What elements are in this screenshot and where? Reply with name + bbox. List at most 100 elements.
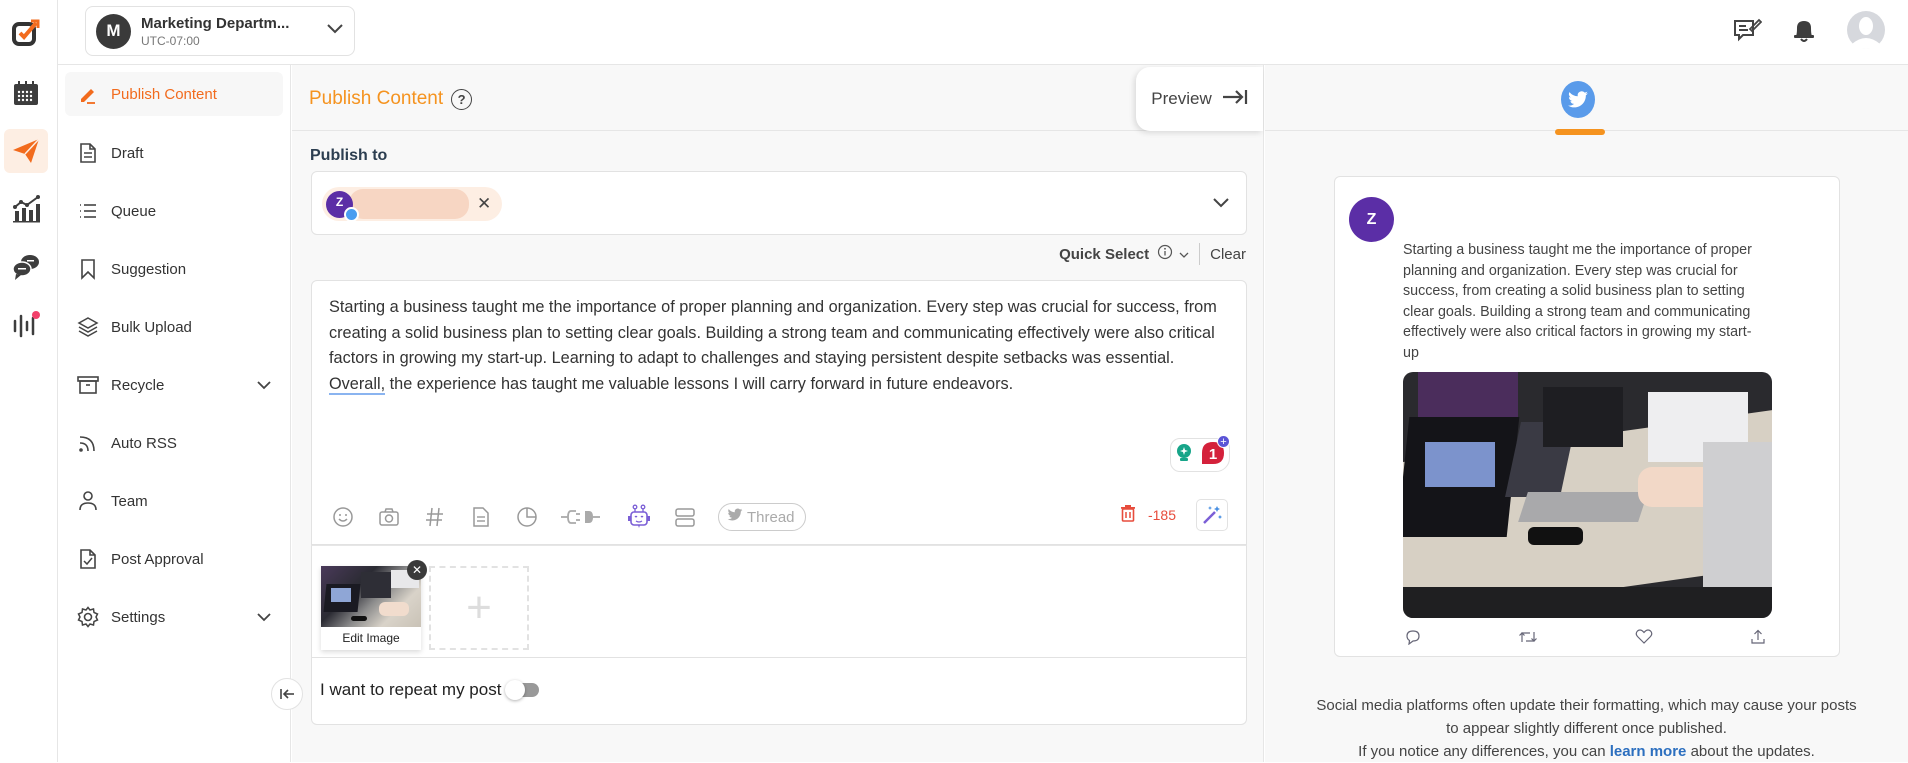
camera-icon[interactable] bbox=[376, 504, 402, 530]
rss-icon bbox=[77, 432, 99, 454]
pie-chart-icon[interactable] bbox=[514, 504, 540, 530]
ai-magic-wand-button[interactable] bbox=[1196, 499, 1228, 531]
archive-icon bbox=[77, 374, 99, 396]
feedback-icon[interactable] bbox=[1732, 15, 1763, 50]
help-icon[interactable]: ? bbox=[451, 88, 473, 110]
sidebar-item-label: Post Approval bbox=[111, 550, 204, 568]
character-count: -185 bbox=[1147, 507, 1176, 523]
media-thumbnail[interactable]: Edit Image ✕ bbox=[321, 560, 427, 650]
thread-label: Thread bbox=[747, 508, 795, 526]
attached-image bbox=[321, 566, 421, 627]
chevron-down-icon[interactable] bbox=[1212, 196, 1230, 214]
lightbulb-icon[interactable] bbox=[1174, 442, 1194, 469]
account-avatar: Z bbox=[326, 190, 359, 222]
account-chip[interactable]: Z ✕ bbox=[322, 187, 502, 222]
learn-more-link[interactable]: learn more bbox=[1610, 743, 1687, 760]
audio-wave-icon[interactable] bbox=[4, 303, 48, 347]
arrow-right-bar-icon bbox=[1222, 89, 1248, 110]
remove-media-icon[interactable]: ✕ bbox=[407, 560, 427, 580]
publish-to-label: Publish to bbox=[310, 147, 388, 164]
file-check-icon bbox=[77, 548, 99, 570]
app-rail bbox=[0, 0, 58, 762]
twitter-icon bbox=[727, 508, 743, 526]
info-icon[interactable] bbox=[1157, 244, 1173, 264]
retweet-icon[interactable] bbox=[1518, 629, 1538, 650]
repeat-post-label: I want to repeat my post bbox=[320, 680, 502, 699]
bell-icon[interactable] bbox=[1790, 16, 1818, 49]
sidebar-item-auto-rss[interactable]: Auto RSS bbox=[65, 421, 283, 465]
reply-icon[interactable] bbox=[1405, 629, 1421, 650]
paper-plane-icon[interactable] bbox=[4, 129, 48, 173]
chevron-down-icon[interactable] bbox=[1179, 246, 1189, 263]
trash-icon[interactable] bbox=[1120, 504, 1136, 527]
thread-button[interactable]: Thread bbox=[718, 503, 806, 531]
grammar-issue-badge[interactable]: 1 + bbox=[1200, 434, 1230, 471]
sidebar-item-recycle[interactable]: Recycle bbox=[65, 363, 283, 407]
document-icon[interactable] bbox=[468, 504, 494, 530]
collapse-sidebar-button[interactable] bbox=[271, 678, 303, 710]
sidebar-item-label: Publish Content bbox=[111, 85, 217, 103]
quick-select-button[interactable]: Quick Select bbox=[1059, 246, 1149, 263]
post-editor[interactable]: Starting a business taught me the import… bbox=[311, 280, 1247, 545]
chevron-down-icon[interactable] bbox=[257, 377, 271, 394]
sidebar-item-queue[interactable]: Queue bbox=[65, 189, 283, 233]
sidebar: Publish Content Draft Queue Suggestion B… bbox=[58, 65, 291, 762]
layers-icon bbox=[77, 316, 99, 338]
add-media-button[interactable]: + bbox=[429, 566, 529, 650]
chevron-down-icon[interactable] bbox=[257, 609, 271, 626]
media-area: Edit Image ✕ + bbox=[311, 545, 1247, 658]
svg-text:1: 1 bbox=[1209, 446, 1217, 463]
preview-toggle-button[interactable]: Preview bbox=[1136, 67, 1263, 131]
sidebar-item-label: Suggestion bbox=[111, 260, 187, 278]
preview-panel: Z Starting a business taught me the impo… bbox=[1265, 65, 1908, 762]
logo-icon[interactable] bbox=[4, 10, 48, 54]
sidebar-item-label: Team bbox=[111, 492, 148, 510]
sidebar-item-team[interactable]: Team bbox=[65, 479, 283, 523]
sidebar-item-label: Recycle bbox=[111, 376, 165, 394]
top-bar: M Marketing Departm... UTC-07:00 bbox=[58, 0, 1908, 65]
repeat-post-toggle[interactable] bbox=[505, 680, 540, 700]
robot-icon[interactable] bbox=[626, 504, 652, 530]
share-icon[interactable] bbox=[1750, 629, 1766, 650]
sidebar-item-label: Draft bbox=[111, 144, 144, 162]
sidebar-item-post-approval[interactable]: Post Approval bbox=[65, 537, 283, 581]
chat-icon[interactable] bbox=[4, 245, 48, 289]
sidebar-item-settings[interactable]: Settings bbox=[65, 595, 283, 639]
remove-account-icon[interactable]: ✕ bbox=[477, 194, 491, 214]
analytics-icon[interactable] bbox=[4, 187, 48, 231]
sidebar-item-label: Bulk Upload bbox=[111, 318, 192, 336]
split-icon[interactable] bbox=[672, 504, 698, 530]
emoji-icon[interactable] bbox=[330, 504, 356, 530]
preview-text: Starting a business taught me the import… bbox=[1403, 242, 1752, 361]
chevron-down-icon bbox=[326, 22, 344, 40]
like-icon[interactable] bbox=[1635, 629, 1653, 650]
post-text-input[interactable]: Starting a business taught me the import… bbox=[329, 295, 1229, 397]
network-tabs bbox=[1265, 65, 1908, 135]
preview-avatar: Z bbox=[1349, 197, 1394, 242]
plug-icon[interactable] bbox=[560, 504, 606, 530]
clear-button[interactable]: Clear bbox=[1210, 246, 1246, 263]
page-title: Publish Content bbox=[309, 88, 444, 109]
preview-label: Preview bbox=[1151, 89, 1212, 108]
edit-image-button[interactable]: Edit Image bbox=[321, 631, 421, 645]
grammar-assistant[interactable]: 1 + bbox=[1170, 434, 1230, 472]
sidebar-item-label: Settings bbox=[111, 608, 166, 626]
pencil-icon bbox=[77, 83, 99, 105]
hashtag-icon[interactable] bbox=[422, 504, 448, 530]
workspace-switcher[interactable]: M Marketing Departm... UTC-07:00 bbox=[85, 6, 355, 56]
calendar-icon[interactable] bbox=[4, 71, 48, 115]
active-tab-indicator bbox=[1555, 129, 1605, 135]
profile-avatar[interactable] bbox=[1846, 10, 1886, 55]
sidebar-item-publish-content[interactable]: Publish Content bbox=[65, 72, 283, 116]
account-selector[interactable]: Z ✕ bbox=[311, 171, 1247, 235]
sidebar-item-bulk-upload[interactable]: Bulk Upload bbox=[65, 305, 283, 349]
tab-twitter[interactable] bbox=[1561, 81, 1595, 118]
bookmark-icon bbox=[77, 258, 99, 280]
tweet-actions bbox=[1403, 629, 1772, 650]
workspace-name: Marketing Departm... bbox=[141, 14, 290, 32]
sidebar-item-draft[interactable]: Draft bbox=[65, 131, 283, 175]
sidebar-item-label: Auto RSS bbox=[111, 434, 177, 452]
divider bbox=[1199, 243, 1201, 265]
sidebar-item-suggestion[interactable]: Suggestion bbox=[65, 247, 283, 291]
spellcheck-underline[interactable]: Overall, bbox=[329, 374, 386, 395]
